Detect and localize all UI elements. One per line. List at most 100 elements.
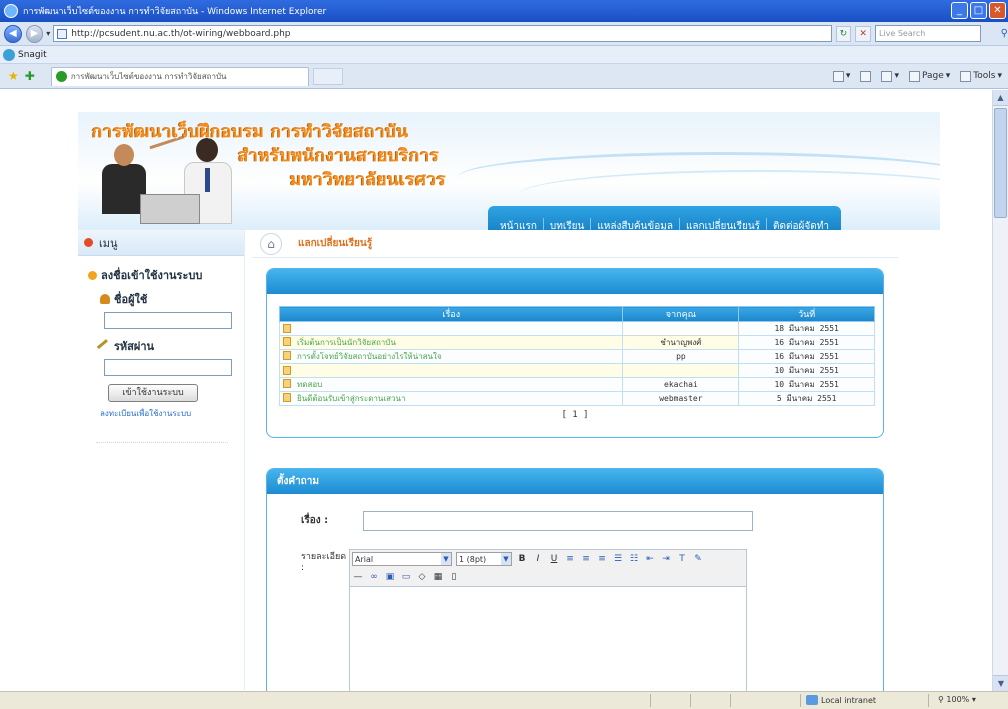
username-label: ชื่อผู้ใช้ [100, 290, 244, 308]
align-left-icon[interactable]: ≡ [564, 553, 576, 565]
align-center-icon[interactable]: ≡ [580, 553, 592, 565]
page-menu[interactable]: Page ▾ [908, 70, 950, 82]
font-family-select[interactable]: Arial ▼ [352, 552, 452, 566]
snagit-button[interactable]: Snagit [18, 50, 47, 60]
outdent-icon[interactable]: ⇤ [644, 553, 656, 565]
tools-menu[interactable]: Tools ▾ [960, 70, 1002, 82]
editor-toolbar-row2: — ∞ ▣ ▭ ◇ ▦ ▯ [350, 568, 746, 586]
favorites-star-icon[interactable]: ★ [8, 69, 19, 83]
intranet-icon [806, 695, 818, 705]
nav-lessons[interactable]: บทเรียน [542, 218, 590, 230]
subject-input[interactable] [363, 511, 753, 531]
browser-tab[interactable]: การพัฒนาเว็บไซต์ของงาน การทำวิจัยสถาบัน [50, 66, 309, 86]
topic-icon [283, 379, 291, 388]
login-bullet-icon [88, 270, 97, 280]
window-titlebar: การพัฒนาเว็บไซต์ของงาน การทำวิจัยสถาบัน … [0, 0, 1008, 22]
breadcrumb: ⌂ แลกเปลี่ยนเรียนรู้ [252, 230, 898, 258]
row-author [622, 321, 740, 336]
banner-title-line3: มหาวิทยาลัยนเรศวร [290, 170, 447, 190]
add-favorite-icon[interactable]: ✚ [25, 69, 35, 83]
nav-knowledge-exchange[interactable]: แลกเปลี่ยนเรียนรู้ [678, 218, 766, 230]
bold-icon[interactable]: B [516, 553, 528, 565]
back-button[interactable]: ◀ [4, 24, 22, 43]
topic-link[interactable]: การตั้งโจทย์วิจัยสถาบันอย่างไรให้น่าสนใจ [297, 352, 442, 361]
banner-title-line2: สำหรับพนักงานสายบริการ [238, 146, 440, 166]
text-color-icon[interactable]: T [676, 553, 688, 565]
zoom-level: 100% [946, 695, 970, 704]
tab-favicon [55, 71, 67, 82]
home-button[interactable]: ▾ [832, 70, 850, 82]
topic-link[interactable]: ยินดีต้อนรับเข้าสู่กระดานเสวนา [297, 394, 405, 403]
table-row[interactable]: 18 มีนาคม 2551 [278, 321, 875, 336]
source-code-icon[interactable]: ◇ [416, 571, 428, 583]
horizontal-rule-icon[interactable]: — [352, 571, 364, 583]
minimize-button[interactable]: _ [951, 2, 968, 19]
home-icon[interactable]: ⌂ [260, 232, 282, 255]
indent-icon[interactable]: ⇥ [660, 553, 672, 565]
window-title: การพัฒนาเว็บไซต์ของงาน การทำวิจัยสถาบัน … [23, 7, 327, 17]
scroll-down-icon[interactable]: ▼ [993, 675, 1008, 691]
table-row[interactable]: การตั้งโจทย์วิจัยสถาบันอย่างไรให้น่าสนใจ… [278, 349, 875, 364]
register-link[interactable]: ลงทะเบียนเพื่อใช้งานระบบ [100, 407, 244, 420]
topic-link[interactable]: ทดสอบ [297, 380, 322, 389]
font-size-value: 1 (8pt) [459, 554, 487, 564]
menu-bullet-icon [84, 238, 93, 247]
italic-icon[interactable]: I [532, 553, 544, 565]
nav-contact[interactable]: ติดต่อผู้จัดทำ [766, 218, 835, 230]
editor-toolbar-row1: Arial ▼ 1 (8pt) ▼ B I U ≡ ≡ ≡ ☰ ☷ ⇤ ⇥ T ✎ [350, 550, 746, 568]
forward-button[interactable]: ▶ [25, 24, 44, 43]
vertical-scrollbar[interactable]: ▲ ▼ [992, 90, 1008, 691]
align-right-icon[interactable]: ≡ [596, 553, 608, 565]
username-field[interactable] [104, 312, 232, 329]
preview-icon[interactable]: ▦ [432, 571, 444, 583]
detail-textarea[interactable] [350, 586, 746, 691]
login-title-text: ลงชื่อเข้าใช้งานระบบ [101, 269, 203, 282]
nav-resources[interactable]: แหล่งสืบค้นข้อมูล [590, 218, 679, 230]
detail-row: รายละเอียด : Arial ▼ 1 (8pt) ▼ B I U ≡ ≡ ≡… [301, 549, 747, 691]
new-tab-button[interactable] [312, 67, 343, 85]
login-button[interactable]: เข้าใช้งานระบบ [108, 384, 198, 402]
zone-label: Local intranet [821, 695, 877, 705]
table-row[interactable]: เริ่มต้นการเป็นนักวิจัยสถาบัน ชำนาญพงศ์ … [278, 335, 875, 350]
zoom-control[interactable]: ⚲ 100% ▾ [938, 695, 976, 704]
live-search-input[interactable]: Live Search [874, 25, 981, 42]
table-row[interactable]: ยินดีต้อนรับเข้าสู่กระดานเสวนา webmaster… [278, 391, 875, 406]
link-icon[interactable]: ∞ [368, 571, 380, 583]
search-icon[interactable]: ⚲ [1001, 28, 1008, 39]
close-button[interactable]: ✕ [989, 2, 1006, 19]
scroll-thumb[interactable] [994, 108, 1007, 218]
feeds-button[interactable] [860, 70, 872, 82]
table-icon[interactable]: ▭ [400, 571, 412, 583]
url-field[interactable]: http://pcsudent.nu.ac.th/ot-wiring/webbo… [53, 25, 832, 42]
unordered-list-icon[interactable]: ☷ [628, 553, 640, 565]
tab-bar: ★ ✚ การพัฒนาเว็บไซต์ของงาน การทำวิจัยสถา… [0, 64, 1008, 89]
page-icon [57, 28, 68, 39]
ordered-list-icon[interactable]: ☰ [612, 553, 624, 565]
refresh-icon[interactable]: ↻ [835, 25, 852, 42]
row-author [622, 363, 740, 378]
print-button[interactable]: ▾ [881, 70, 899, 82]
stop-icon[interactable]: ✕ [855, 25, 871, 42]
nav-home[interactable]: หน้าแรก [494, 218, 543, 230]
password-field[interactable] [104, 359, 232, 376]
home-icon [832, 70, 844, 82]
topic-icon [283, 351, 291, 360]
image-icon[interactable]: ▣ [384, 571, 396, 583]
history-dropdown-icon[interactable]: ▾ [46, 29, 50, 38]
row-date: 16 มีนาคม 2551 [738, 349, 875, 364]
highlight-icon[interactable]: ✎ [692, 553, 704, 565]
pagination[interactable]: [ 1 ] [267, 410, 883, 420]
status-bar: Local intranet ⚲ 100% ▾ [0, 691, 1008, 709]
password-label: รหัสผ่าน [96, 337, 244, 355]
webboard-panel: เรื่อง จากคุณ วันที่ 18 มีนาคม 2551 เริ่… [266, 268, 884, 438]
table-row[interactable]: 10 มีนาคม 2551 [278, 363, 875, 378]
underline-icon[interactable]: U [548, 553, 560, 565]
maximize-button[interactable]: □ [970, 2, 987, 19]
password-label-text: รหัสผ่าน [114, 340, 155, 353]
table-row[interactable]: ทดสอบ ekachai 10 มีนาคม 2551 [278, 377, 875, 392]
detail-label: รายละเอียด : [301, 552, 347, 573]
font-size-select[interactable]: 1 (8pt) ▼ [456, 552, 512, 566]
help-icon[interactable]: ▯ [448, 571, 460, 583]
scroll-up-icon[interactable]: ▲ [993, 90, 1008, 106]
topic-link[interactable]: เริ่มต้นการเป็นนักวิจัยสถาบัน [297, 338, 396, 347]
